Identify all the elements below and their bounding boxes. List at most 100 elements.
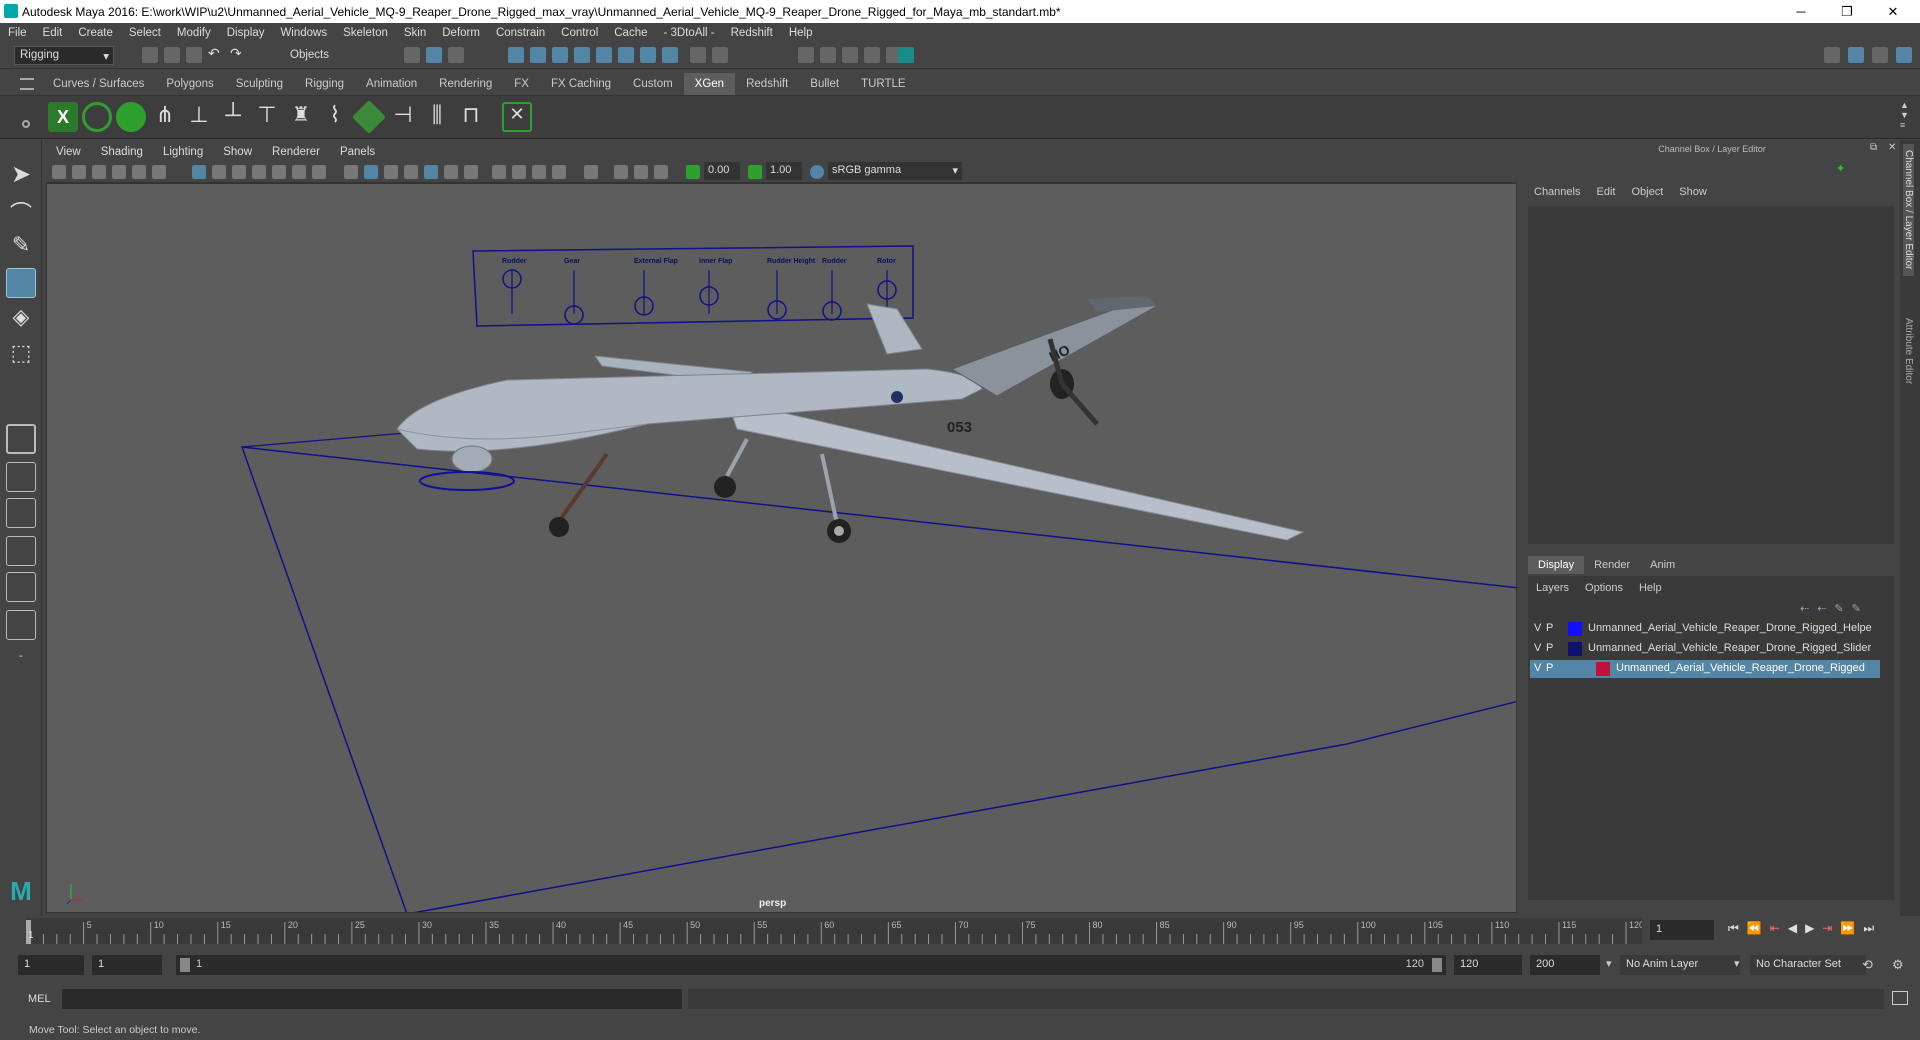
render-settings-icon[interactable]	[864, 47, 880, 63]
tab-custom[interactable]: Custom	[622, 73, 684, 95]
channel-menu-show[interactable]: Show	[1671, 186, 1715, 198]
menu-create[interactable]: Create	[70, 27, 121, 39]
layer-row[interactable]: V P Unmanned_Aerial_Vehicle_Reaper_Drone_R…	[1530, 640, 1880, 658]
chevron-down-icon[interactable]: ▾	[1734, 957, 1740, 970]
time-slider[interactable]: 5 10 15 20 25 30 35 40 45 50 55 60 65 70 75 80 85 90 95 100…	[0, 916, 1920, 944]
open-scene-icon[interactable]	[164, 47, 180, 63]
two-d-pan-zoom-icon[interactable]	[132, 165, 146, 179]
color-space-dropdown[interactable]: sRGB gamma ▾	[828, 162, 962, 180]
layer-visibility-toggle[interactable]: V	[1534, 662, 1541, 674]
gamma-icon[interactable]	[748, 165, 762, 179]
script-editor-icon[interactable]	[1892, 991, 1908, 1005]
step-forward-frame-icon[interactable]: ⇥	[1822, 921, 1832, 936]
tab-curves-surfaces[interactable]: Curves / Surfaces	[42, 73, 155, 95]
channel-list-area[interactable]	[1528, 206, 1894, 544]
snap-point-icon[interactable]	[552, 47, 568, 63]
anti-aliasing-icon[interactable]	[532, 165, 546, 179]
xgen-groom-icon[interactable]: ⊣	[388, 102, 418, 132]
tab-rendering[interactable]: Rendering	[428, 73, 503, 95]
tab-xgen[interactable]: XGen	[683, 73, 736, 95]
xgen-create-description-icon[interactable]	[116, 102, 146, 132]
render-frame-icon[interactable]	[820, 47, 836, 63]
xgen-guide-icon[interactable]: ⋔	[150, 102, 180, 132]
xgen-delete-guide-icon[interactable]: ✕	[502, 102, 532, 132]
tab-rigging[interactable]: Rigging	[294, 73, 355, 95]
tab-turtle[interactable]: TURTLE	[850, 73, 917, 95]
layer-playback-toggle[interactable]: P	[1546, 622, 1553, 634]
exposure-icon[interactable]	[686, 165, 700, 179]
select-object-icon[interactable]	[426, 47, 442, 63]
layer-menu-help[interactable]: Help	[1631, 582, 1670, 594]
xgen-flip-guide-icon[interactable]: ⌇	[320, 102, 350, 132]
channel-menu-channels[interactable]: Channels	[1524, 186, 1588, 198]
symmetry-icon[interactable]	[662, 47, 678, 63]
channel-menu-edit[interactable]: Edit	[1588, 186, 1623, 198]
side-tab-channel-box[interactable]: Channel Box / Layer Editor	[1903, 144, 1914, 276]
workspace-icon[interactable]	[1824, 47, 1840, 63]
field-chart-icon[interactable]	[272, 165, 286, 179]
layer-menu-layers[interactable]: Layers	[1534, 582, 1577, 594]
range-start-handle[interactable]	[180, 958, 190, 972]
tab-fx-caching[interactable]: FX Caching	[540, 73, 622, 95]
gate-mask-icon[interactable]	[252, 165, 266, 179]
playback-end-field[interactable]: 120	[1454, 955, 1522, 975]
depth-of-field-icon[interactable]	[552, 165, 566, 179]
toggle-channel-box-icon[interactable]	[1848, 47, 1864, 63]
film-gate-icon[interactable]	[212, 165, 226, 179]
end-time-field[interactable]: 200	[1530, 955, 1600, 975]
tab-bullet[interactable]: Bullet	[799, 73, 850, 95]
lasso-tool-icon[interactable]: ⌒	[6, 196, 36, 226]
xray-components-icon[interactable]	[654, 165, 668, 179]
menu-3dtoall[interactable]: - 3DtoAll -	[656, 27, 723, 39]
select-hierarchy-icon[interactable]	[404, 47, 420, 63]
layer-move-icons[interactable]: ⇠⇠✎✎	[1800, 602, 1869, 615]
panel-menu-panels[interactable]: Panels	[330, 146, 385, 158]
menu-windows[interactable]: Windows	[272, 27, 335, 39]
move-tool-icon[interactable]	[6, 268, 36, 298]
rig-ground-control[interactable]	[240, 446, 1517, 913]
menu-select[interactable]: Select	[121, 27, 169, 39]
menu-file[interactable]: File	[0, 27, 35, 39]
panel-menu-renderer[interactable]: Renderer	[262, 146, 330, 158]
layer-color-swatch[interactable]	[1568, 622, 1582, 636]
go-to-end-icon[interactable]: ⏭	[1863, 921, 1874, 936]
shelf-settings-icon[interactable]	[22, 120, 30, 128]
menu-display[interactable]: Display	[219, 27, 273, 39]
anim-layer-dropdown[interactable]: No Anim Layer	[1620, 955, 1740, 975]
camera-icon[interactable]	[52, 165, 66, 179]
panel-menu-show[interactable]: Show	[213, 146, 262, 158]
toggle-attribute-editor-icon[interactable]	[1896, 47, 1912, 63]
shelf-menu-icon[interactable]	[20, 78, 34, 90]
menu-control[interactable]: Control	[553, 27, 606, 39]
menu-help[interactable]: Help	[781, 27, 821, 39]
xgen-editor-icon[interactable]: X	[48, 102, 78, 132]
layer-color-swatch[interactable]	[1568, 642, 1582, 656]
menu-skin[interactable]: Skin	[396, 27, 434, 39]
motion-blur-icon[interactable]	[512, 165, 526, 179]
menu-constrain[interactable]: Constrain	[488, 27, 553, 39]
shelf-scroll-icon[interactable]: ▲ ▼ ≡	[1900, 100, 1909, 130]
camera-attributes-icon[interactable]	[72, 165, 86, 179]
menu-deform[interactable]: Deform	[434, 27, 488, 39]
xgen-lock-guide-icon[interactable]: ♜	[286, 102, 316, 132]
shadows-icon[interactable]	[464, 165, 478, 179]
menuset-dropdown[interactable]: Rigging ▾	[14, 46, 114, 65]
command-language-label[interactable]: MEL	[28, 993, 51, 1005]
image-plane-icon[interactable]	[112, 165, 126, 179]
four-view-layout-icon[interactable]	[6, 462, 36, 492]
tab-animation[interactable]: Animation	[355, 73, 428, 95]
close-panel-icon[interactable]: ✕	[1888, 142, 1896, 153]
smooth-shade-icon[interactable]	[364, 165, 378, 179]
grid-icon[interactable]	[192, 165, 206, 179]
pin-icon[interactable]: ✦	[1836, 162, 1848, 175]
pod-control-circle[interactable]	[419, 471, 515, 491]
step-back-key-icon[interactable]: ⏪	[1747, 921, 1762, 936]
layer-playback-toggle[interactable]: P	[1546, 662, 1553, 674]
preferences-icon[interactable]: ⚙	[1892, 957, 1904, 973]
select-tool-icon[interactable]: ➤	[6, 160, 36, 190]
step-forward-key-icon[interactable]: ⏩	[1840, 921, 1855, 936]
layer-menu-options[interactable]: Options	[1577, 582, 1631, 594]
restore-button[interactable]: ❐	[1824, 0, 1870, 23]
layer-tab-render[interactable]: Render	[1584, 556, 1640, 574]
select-component-icon[interactable]	[448, 47, 464, 63]
